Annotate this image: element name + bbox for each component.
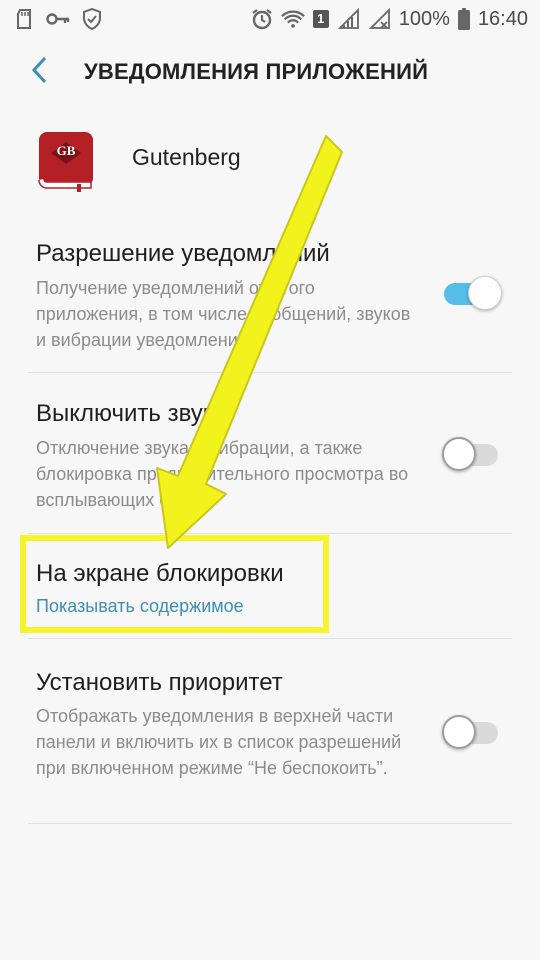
sim-badge-icon: 1 bbox=[312, 7, 330, 31]
signal-icon bbox=[337, 7, 361, 31]
priority-toggle[interactable] bbox=[442, 714, 500, 750]
wifi-icon bbox=[280, 7, 305, 31]
setting-title: Разрешение уведомлений bbox=[36, 240, 330, 267]
divider bbox=[28, 823, 512, 824]
back-button[interactable] bbox=[8, 38, 70, 106]
toggle-knob bbox=[442, 437, 476, 471]
status-bar: 1 100% 16:40 bbox=[0, 0, 540, 38]
setting-mute[interactable]: Выключить звук Отключение звука и вибрац… bbox=[0, 390, 540, 530]
no-signal-icon bbox=[368, 7, 392, 31]
app-icon-text: GB bbox=[56, 143, 76, 158]
setting-priority[interactable]: Установить приоритет Отображать уведомле… bbox=[0, 655, 540, 820]
key-icon bbox=[46, 7, 70, 31]
clock-label: 16:40 bbox=[477, 7, 528, 30]
app-header: УВЕДОМЛЕНИЯ ПРИЛОЖЕНИЙ bbox=[0, 38, 540, 106]
status-right: 1 100% 16:40 bbox=[250, 7, 528, 31]
setting-description: Отображать уведомления в верхней части п… bbox=[36, 706, 402, 778]
sd-card-icon bbox=[12, 7, 36, 31]
setting-title: Установить приоритет bbox=[36, 669, 283, 696]
setting-title: Выключить звук bbox=[36, 400, 214, 427]
battery-label: 100% bbox=[398, 7, 450, 30]
allow-notifications-toggle[interactable] bbox=[442, 275, 502, 311]
setting-allow-notifications[interactable]: Разрешение уведомлений Получение уведомл… bbox=[0, 230, 540, 370]
shield-check-icon bbox=[80, 7, 104, 31]
toggle-knob bbox=[468, 276, 502, 310]
highlight-box bbox=[20, 535, 329, 633]
setting-description: Получение уведомлений от этого приложени… bbox=[36, 278, 411, 350]
page-title: УВЕДОМЛЕНИЯ ПРИЛОЖЕНИЙ bbox=[84, 59, 429, 84]
app-name: Gutenberg bbox=[132, 144, 241, 170]
mute-toggle[interactable] bbox=[442, 436, 500, 472]
status-left bbox=[12, 7, 104, 31]
divider bbox=[28, 533, 512, 534]
gutenberg-app-icon: GB bbox=[37, 130, 95, 192]
divider bbox=[28, 638, 512, 639]
app-info-row: GB Gutenberg bbox=[0, 122, 540, 200]
toggle-knob bbox=[442, 715, 476, 749]
sim-badge-label: 1 bbox=[312, 10, 329, 28]
setting-description: Отключение звука и вибрации, а также бло… bbox=[36, 438, 409, 510]
divider bbox=[28, 372, 512, 373]
battery-icon bbox=[457, 7, 471, 31]
alarm-icon bbox=[250, 7, 274, 31]
chevron-left-icon bbox=[30, 56, 48, 89]
